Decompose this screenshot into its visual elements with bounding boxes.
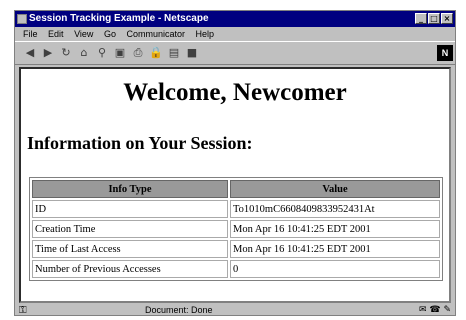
menu-edit[interactable]: Edit — [48, 29, 64, 39]
table-row: Creation Time Mon Apr 16 10:41:25 EDT 20… — [32, 220, 440, 238]
forward-icon[interactable]: ▶ — [41, 46, 55, 60]
menu-file[interactable]: File — [23, 29, 38, 39]
netscape-app-icon — [17, 14, 27, 24]
menu-bar: File Edit View Go Communicator Help — [15, 27, 455, 41]
menu-communicator[interactable]: Communicator — [126, 29, 185, 39]
title-bar: Session Tracking Example - Netscape _ □ … — [15, 11, 455, 27]
cell-info-type: Creation Time — [32, 220, 228, 238]
cell-info-type: ID — [32, 200, 228, 218]
table-row: ID To1010mC6608409833952431At — [32, 200, 440, 218]
column-header-info-type: Info Type — [32, 180, 228, 198]
back-icon[interactable]: ◀ — [23, 46, 37, 60]
session-info-table: Info Type Value ID To1010mC6608409833952… — [29, 177, 443, 281]
menu-help[interactable]: Help — [196, 29, 215, 39]
table-row: Time of Last Access Mon Apr 16 10:41:25 … — [32, 240, 440, 258]
window-title: Session Tracking Example - Netscape — [29, 13, 209, 24]
search-icon[interactable]: ⚲ — [95, 46, 109, 60]
navigation-toolbar: ◀ ▶ ↻ ⌂ ⚲ ▣ ⎙ 🔒 ▤ ■ N — [15, 41, 455, 65]
browser-window: Session Tracking Example - Netscape _ □ … — [14, 10, 456, 316]
cell-value: 0 — [230, 260, 440, 278]
cell-info-type: Number of Previous Accesses — [32, 260, 228, 278]
netscape-guide-icon[interactable]: ▣ — [113, 46, 127, 60]
netscape-logo: N — [437, 45, 453, 61]
window-controls: _ □ × — [415, 13, 453, 24]
security-lock-icon: ⚿ — [19, 305, 27, 316]
section-heading: Information on Your Session: — [27, 133, 253, 153]
security-icon[interactable]: 🔒 — [149, 46, 163, 60]
cell-value: Mon Apr 16 10:41:25 EDT 2001 — [230, 220, 440, 238]
component-bar-icons[interactable]: ✉ ☎ ✎ — [419, 303, 451, 315]
stop-icon[interactable]: ■ — [185, 46, 199, 60]
minimize-button[interactable]: _ — [415, 13, 427, 24]
menu-view[interactable]: View — [74, 29, 93, 39]
print-icon[interactable]: ⎙ — [131, 46, 145, 60]
close-button[interactable]: × — [441, 13, 453, 24]
home-icon[interactable]: ⌂ — [77, 46, 91, 60]
reload-icon[interactable]: ↻ — [59, 46, 73, 60]
shop-icon[interactable]: ▤ — [167, 46, 181, 60]
status-bar: ⚿ Document: Done ✉ ☎ ✎ — [15, 303, 455, 316]
page-heading: Welcome, Newcomer — [123, 79, 347, 106]
table-header-row: Info Type Value — [32, 180, 440, 198]
menu-go[interactable]: Go — [104, 29, 116, 39]
cell-info-type: Time of Last Access — [32, 240, 228, 258]
status-text: Document: Done — [145, 305, 213, 315]
page-content: Welcome, Newcomer Information on Your Se… — [19, 67, 451, 303]
maximize-button[interactable]: □ — [428, 13, 440, 24]
column-header-value: Value — [230, 180, 440, 198]
table-row: Number of Previous Accesses 0 — [32, 260, 440, 278]
cell-value: To1010mC6608409833952431At — [230, 200, 440, 218]
cell-value: Mon Apr 16 10:41:25 EDT 2001 — [230, 240, 440, 258]
